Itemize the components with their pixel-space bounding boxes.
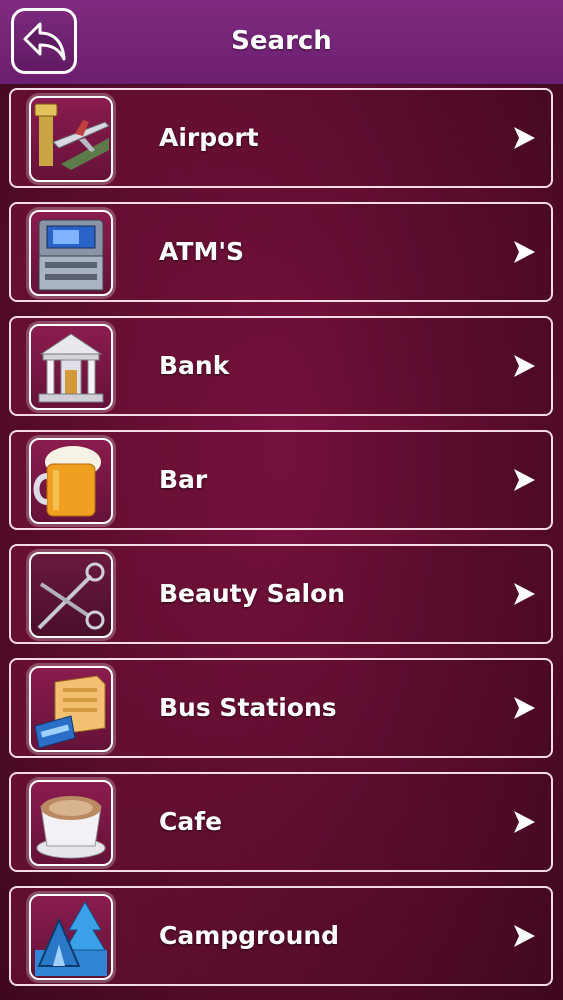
category-row-atms[interactable]: ATM'S [9,202,553,302]
chevron-right-icon [514,241,535,263]
header-bar: Search [0,0,563,85]
category-row-bar[interactable]: Bar [9,430,553,530]
category-label: Bus Stations [159,693,337,722]
category-label: Bar [159,465,208,494]
category-row-campground[interactable]: Campground [9,886,553,986]
beer-mug-icon [29,438,113,524]
category-label: Airport [159,123,259,152]
category-label: Cafe [159,807,223,836]
category-row-airport[interactable]: Airport [9,88,553,188]
category-label: Campground [159,921,340,950]
coffee-cup-icon [29,780,113,866]
chevron-right-icon [514,469,535,491]
airport-icon [29,96,113,182]
chevron-right-icon [514,355,535,377]
category-row-bank[interactable]: Bank [9,316,553,416]
campground-icon [29,894,113,980]
chevron-right-icon [514,811,535,833]
chevron-right-icon [514,127,535,149]
chevron-right-icon [514,925,535,947]
scissors-icon [29,552,113,638]
bus-station-icon [29,666,113,752]
bank-icon [29,324,113,410]
page-title: Search [231,26,332,56]
category-row-cafe[interactable]: Cafe [9,772,553,872]
category-row-bus-stations[interactable]: Bus Stations [9,658,553,758]
chevron-right-icon [514,583,535,605]
category-row-beauty-salon[interactable]: Beauty Salon [9,544,553,644]
category-label: Beauty Salon [159,579,346,608]
category-label: Bank [159,351,230,380]
category-label: ATM'S [159,237,244,266]
chevron-right-icon [514,697,535,719]
atm-icon [29,210,113,296]
